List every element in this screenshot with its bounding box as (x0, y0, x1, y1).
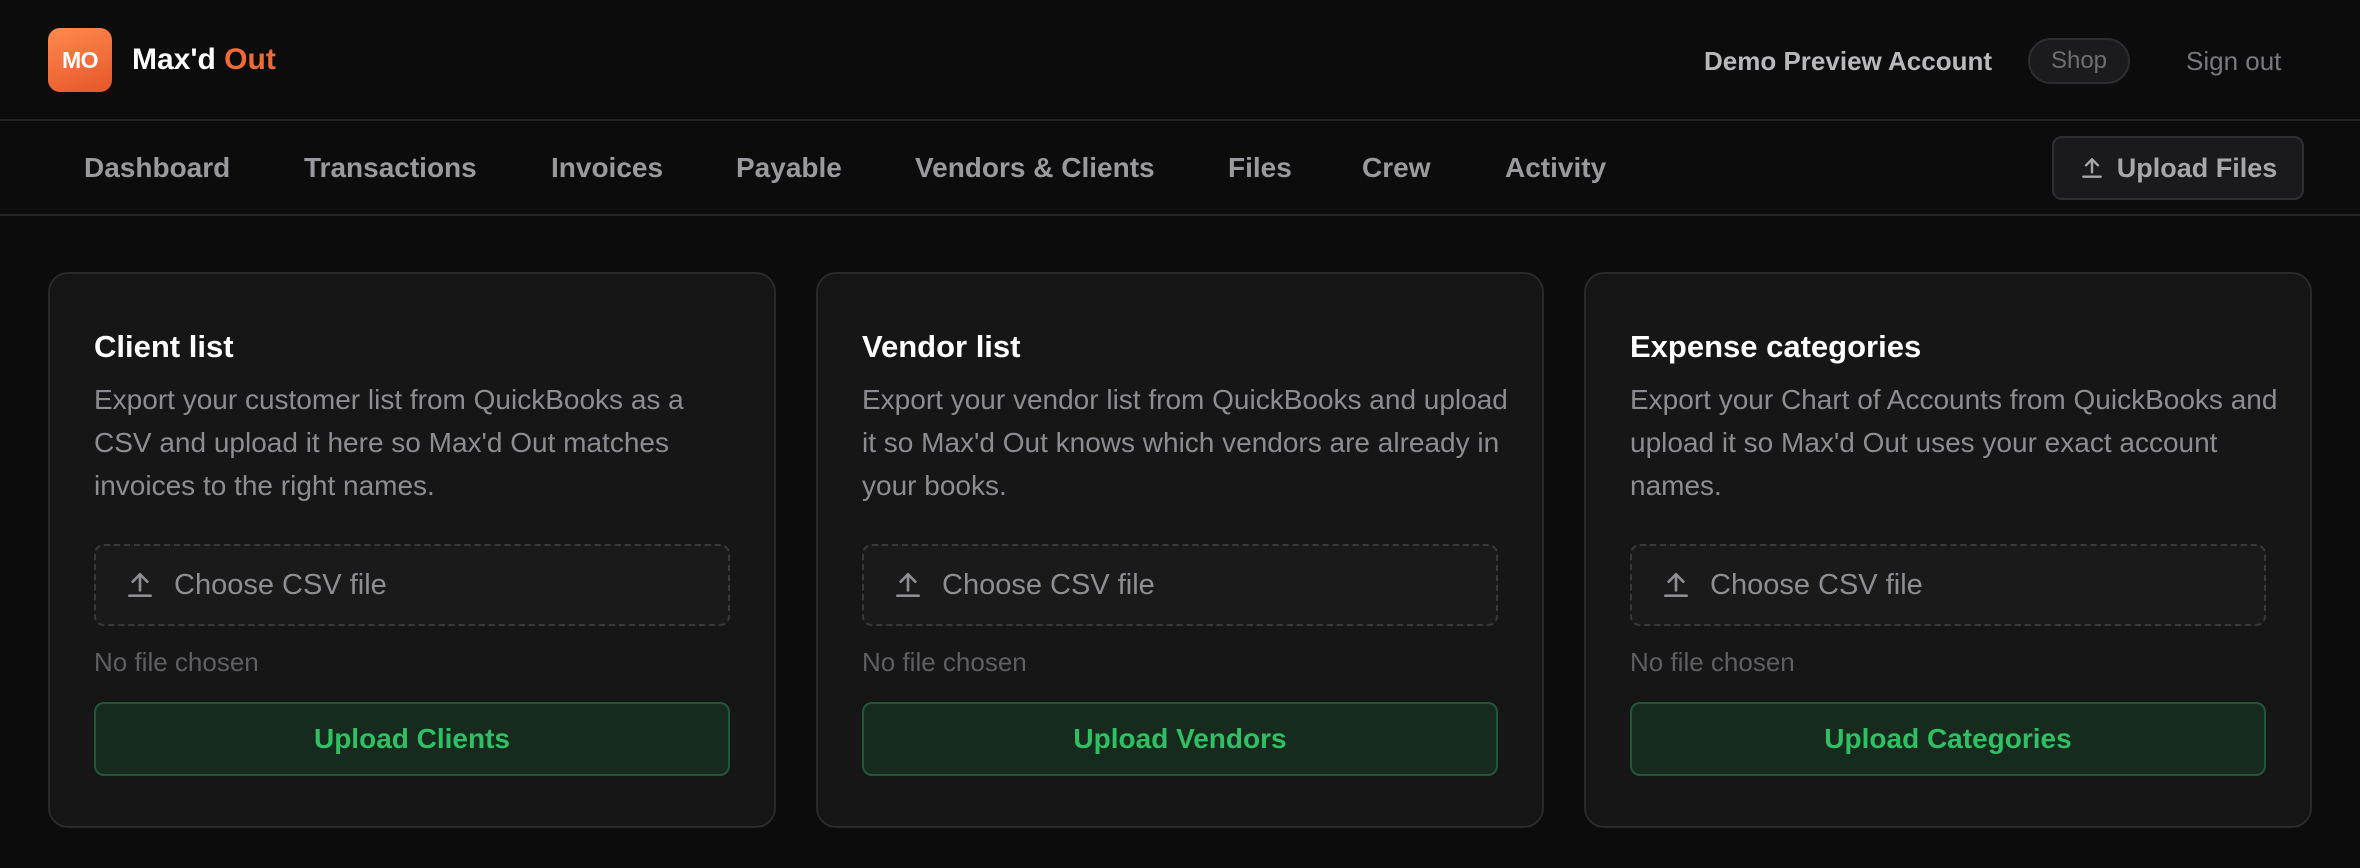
nav-item-crew[interactable]: Crew (1362, 151, 1430, 185)
account-name: Demo Preview Account (1704, 46, 1993, 76)
choose-file-label: Choose CSV file (1710, 568, 1923, 601)
main-nav: Dashboard Transactions Invoices Payable … (0, 121, 2360, 216)
nav-item-dashboard[interactable]: Dashboard (84, 151, 230, 185)
nav-item-invoices[interactable]: Invoices (551, 151, 663, 185)
nav-item-activity[interactable]: Activity (1505, 151, 1606, 185)
expense-categories-card: Expense categories Export your Chart of … (1584, 272, 2312, 828)
shop-label: Shop (2050, 47, 2108, 74)
upload-icon (892, 569, 924, 601)
brand-name[interactable]: Max'd Out (132, 42, 276, 78)
choose-file-label: Choose CSV file (174, 568, 387, 601)
shop-button[interactable]: Shop (2028, 38, 2130, 84)
brand-primary: Max'd (132, 43, 216, 76)
brand-accent: Out (224, 43, 276, 76)
upload-icon (124, 569, 156, 601)
sign-out-link[interactable]: Sign out (2186, 45, 2281, 77)
logo-badge[interactable]: MO (48, 28, 112, 92)
file-status: No file chosen (862, 647, 1027, 677)
categories-csv-file-input[interactable]: Choose CSV file (1630, 544, 2266, 626)
card-title: Expense categories (1630, 329, 1922, 364)
top-header: MO Max'd Out Demo Preview Account Shop S… (0, 0, 2360, 121)
client-list-card: Client list Export your customer list fr… (48, 272, 776, 828)
vendor-list-card: Vendor list Export your vendor list from… (816, 272, 1544, 828)
card-description: Export your customer list from QuickBook… (94, 384, 684, 501)
vendor-csv-file-input[interactable]: Choose CSV file (862, 544, 1498, 626)
client-csv-file-input[interactable]: Choose CSV file (94, 544, 730, 626)
upload-icon (2079, 155, 2105, 181)
nav-item-vendors-clients[interactable]: Vendors & Clients (915, 151, 1155, 185)
card-title: Vendor list (862, 329, 1021, 364)
upload-vendors-button[interactable]: Upload Vendors (862, 702, 1498, 776)
card-description: Export your Chart of Accounts from Quick… (1630, 384, 2278, 501)
nav-item-payable[interactable]: Payable (736, 151, 842, 185)
upload-clients-button[interactable]: Upload Clients (94, 702, 730, 776)
upload-files-button[interactable]: Upload Files (2052, 136, 2304, 200)
nav-item-transactions[interactable]: Transactions (304, 151, 477, 185)
file-status: No file chosen (1630, 647, 1795, 677)
file-status: No file chosen (94, 647, 259, 677)
choose-file-label: Choose CSV file (942, 568, 1155, 601)
upload-icon (1660, 569, 1692, 601)
logo-initials: MO (61, 46, 99, 73)
upload-categories-button[interactable]: Upload Categories (1630, 702, 2266, 776)
card-title: Client list (94, 329, 234, 364)
card-description: Export your vendor list from QuickBooks … (862, 384, 1508, 501)
upload-files-label: Upload Files (2116, 152, 2278, 183)
nav-item-files[interactable]: Files (1228, 151, 1292, 185)
